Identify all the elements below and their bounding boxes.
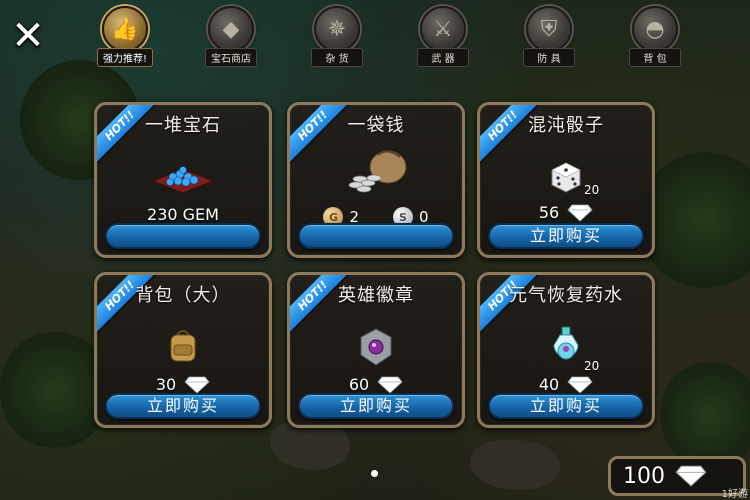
item-quantity: 20 [584,359,600,373]
close-button[interactable]: ✕ [6,14,50,58]
buy-button[interactable]: 立即购买 [488,393,644,419]
shop-card-gem-pile[interactable]: HOT!! 一堆宝石 230 GEM [94,102,272,258]
backpack-icon [170,330,196,362]
page-indicator-dot [371,470,378,477]
buy-button[interactable]: 立即购买 [105,393,261,419]
shield-icon: ⛨ [526,6,572,52]
card-price: 230 GEM [97,205,269,224]
compass-icon: ✵ [314,6,360,52]
card-title: 一堆宝石 [145,115,221,136]
card-title: 英雄徽章 [338,285,414,306]
diamond-balance-value: 100 [623,463,665,489]
shop-card-money-bag[interactable]: HOT!! 一袋钱 G 2 S 0 [287,102,465,258]
tab-bag[interactable]: ◓ 背 包 [620,6,690,72]
tab-gem-shop[interactable]: ◆ 宝石商店 [196,6,266,72]
price-value: 56 [538,203,560,222]
price-value: 40 [538,375,560,394]
diamond-icon [675,465,707,487]
tab-misc[interactable]: ✵ 杂 货 [302,6,372,72]
tab-armor[interactable]: ⛨ 防 具 [514,6,584,72]
potion-icon [553,326,579,360]
card-price: 56 [480,203,652,222]
price-value: 60 [348,375,370,394]
tab-label: 防 具 [523,48,575,67]
item-quantity: 20 [584,183,600,197]
buy-button[interactable]: 立即购买 [298,393,454,419]
price-value: 30 [155,375,177,394]
shop-card-chaos-dice[interactable]: HOT!! 混沌骰子 20 56 立即购买 [477,102,655,258]
shop-tab-bar: 👍 强力推荐! ◆ 宝石商店 ✵ 杂 货 ⚔ 武 器 ⛨ 防 具 ◓ 背 包 [90,6,750,72]
shop-card-vitality-potion[interactable]: HOT!! 元气恢复药水 20 40 立即购买 [477,272,655,428]
card-price: 30 [97,375,269,394]
gem-pile-icon [151,166,215,194]
shop-card-large-backpack[interactable]: HOT!! 背包（大） 30 立即购买 [94,272,272,428]
thumbs-up-icon: 👍 [102,6,148,52]
tab-label: 背 包 [629,48,681,67]
sword-icon: ⚔ [420,6,466,52]
tab-recommended[interactable]: 👍 强力推荐! [90,6,160,72]
tab-label: 宝石商店 [205,48,257,67]
badge-icon [360,328,392,366]
diamond-icon [567,204,593,222]
card-title: 混沌骰子 [528,115,604,136]
card-title: 一袋钱 [347,115,405,136]
card-title: 背包（大） [135,285,231,306]
tab-label: 强力推荐! [96,48,153,67]
shop-card-hero-badge[interactable]: HOT!! 英雄徽章 60 立即购买 [287,272,465,428]
card-title: 元气恢复药水 [509,285,623,306]
buy-button[interactable] [298,223,454,249]
buy-button[interactable] [105,223,261,249]
price-text: 230 GEM [147,205,219,224]
card-price: 40 [480,375,652,394]
tab-label: 杂 货 [311,48,363,67]
dice-icon [551,162,581,193]
diamond-icon [184,376,210,394]
watermark: 1好游 [721,489,748,500]
bag-icon: ◓ [632,6,678,52]
tab-label: 武 器 [417,48,469,67]
tab-weapons[interactable]: ⚔ 武 器 [408,6,478,72]
buy-button[interactable]: 立即购买 [488,223,644,249]
money-bag-icon [348,150,407,193]
gem-icon: ◆ [208,6,254,52]
card-price: 60 [290,375,462,394]
diamond-icon [377,376,403,394]
diamond-icon [567,376,593,394]
